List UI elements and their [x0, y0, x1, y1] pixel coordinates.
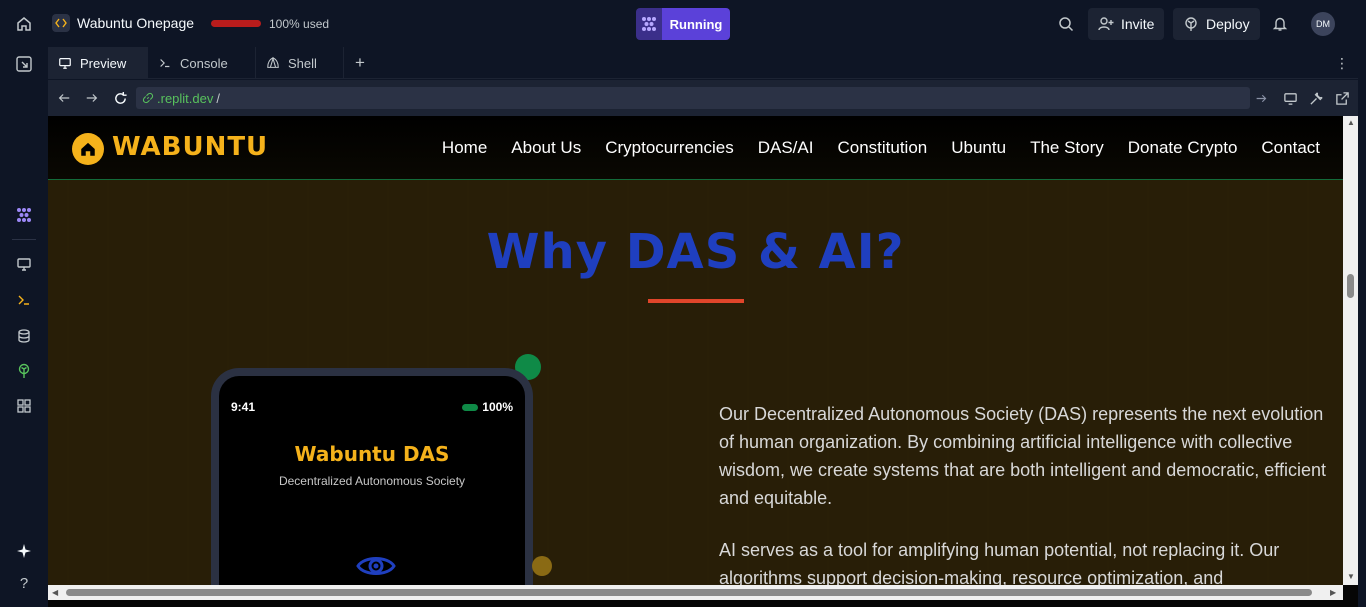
deploy-icon [1185, 17, 1197, 31]
battery-icon [462, 403, 479, 411]
deployments-icon[interactable] [10, 357, 38, 385]
url-path: / [216, 90, 220, 106]
bell-icon[interactable] [1266, 10, 1294, 38]
top-bar: Wabuntu Onepage 100% used Running Invite… [0, 0, 1366, 47]
tab-label: Console [180, 55, 228, 71]
nav-about-us[interactable]: About Us [511, 138, 581, 158]
devtools-wrench-icon[interactable] [1302, 84, 1330, 112]
phone-time: 9:41 [231, 400, 256, 414]
phone-battery: 100% [462, 400, 513, 414]
tab-shell[interactable]: Shell [256, 47, 344, 79]
usage-text: 100% used [269, 17, 330, 31]
add-user-icon [1098, 17, 1114, 31]
section-title: Why DAS & AI? [486, 224, 905, 280]
search-icon[interactable] [1052, 10, 1080, 38]
project-name[interactable]: Wabuntu Onepage [77, 15, 194, 31]
nav-contact[interactable]: Contact [1261, 138, 1320, 158]
monitor-icon[interactable] [10, 250, 38, 278]
paragraph: AI serves as a tool for amplifying human… [719, 540, 1280, 585]
horizontal-scrollbar[interactable]: ◀ ▶ [48, 585, 1343, 600]
phone-subtitle: Decentralized Autonomous Society [278, 474, 466, 488]
site-header: WABUNTU Home About Us Cryptocurrencies D… [48, 116, 1343, 180]
apps-grid-icon[interactable] [10, 392, 38, 420]
nav-donate-crypto[interactable]: Donate Crypto [1128, 138, 1238, 158]
usage-bar [211, 20, 261, 27]
replit-logo-icon [636, 8, 662, 40]
reload-icon[interactable] [106, 84, 134, 112]
open-new-tab-icon[interactable] [1328, 84, 1356, 112]
agent-icon[interactable] [10, 201, 38, 229]
nav-constitution[interactable]: Constitution [837, 138, 927, 158]
tab-label: Preview [80, 55, 127, 71]
help-icon[interactable]: ? [10, 569, 38, 597]
logo-home-icon[interactable] [72, 133, 104, 165]
url-input[interactable]: .replit.dev / [136, 87, 1250, 109]
title-underline [648, 299, 744, 303]
more-options-icon[interactable]: ⋮ [1328, 49, 1356, 77]
horizontal-scroll-thumb[interactable] [66, 589, 1312, 596]
battery-text: 100% [482, 400, 513, 414]
invite-label: Invite [1121, 16, 1155, 32]
site-logo-text[interactable]: WABUNTU [112, 132, 268, 162]
terminal-icon[interactable] [10, 286, 38, 314]
url-host: .replit.dev [157, 90, 214, 106]
site-nav-links: Home About Us Cryptocurrencies DAS/AI Co… [442, 138, 1320, 158]
eye-icon [356, 552, 396, 585]
site-page: WABUNTU Home About Us Cryptocurrencies D… [48, 116, 1343, 585]
phone-title: Wabuntu DAS [294, 442, 450, 466]
monitor-icon [59, 58, 71, 69]
scroll-down-icon[interactable]: ▼ [1347, 572, 1355, 581]
scroll-right-icon[interactable]: ▶ [1330, 588, 1336, 597]
nav-das-ai[interactable]: DAS/AI [758, 138, 814, 158]
left-rail: ? [0, 47, 48, 607]
paragraph: Our Decentralized Autonomous Society (DA… [719, 404, 1326, 508]
forward-icon[interactable] [78, 84, 106, 112]
open-arrow-icon[interactable] [1247, 84, 1275, 112]
device-icon[interactable] [1276, 84, 1304, 112]
deploy-button[interactable]: Deploy [1173, 8, 1260, 40]
home-icon[interactable] [10, 10, 38, 38]
database-icon[interactable] [10, 322, 38, 350]
url-bar: .replit.dev / [48, 80, 1358, 116]
rail-divider [12, 239, 36, 240]
nav-cryptocurrencies[interactable]: Cryptocurrencies [605, 138, 734, 158]
sparkle-icon[interactable] [10, 537, 38, 565]
invite-button[interactable]: Invite [1088, 8, 1165, 40]
tab-bar: Preview Console Shell + ⋮ [48, 47, 1358, 79]
tab-label: Shell [288, 55, 317, 71]
scroll-left-icon[interactable]: ◀ [52, 588, 58, 597]
vertical-scroll-thumb[interactable] [1347, 274, 1354, 298]
sidebar-toggle-icon[interactable] [10, 50, 38, 78]
project-code-icon [52, 14, 70, 32]
decorative-gold-dot [532, 556, 552, 576]
scroll-up-icon[interactable]: ▲ [1347, 118, 1355, 127]
nav-home[interactable]: Home [442, 138, 487, 158]
run-control[interactable]: Running [636, 8, 730, 40]
add-tab-icon[interactable]: + [346, 49, 374, 77]
nav-the-story[interactable]: The Story [1030, 138, 1104, 158]
link-icon [142, 92, 154, 104]
running-button[interactable]: Running [662, 8, 730, 40]
section-body: Our Decentralized Autonomous Society (DA… [719, 400, 1329, 585]
phone-mockup: 9:41 100% Wabuntu DAS Decentralized Auto… [211, 368, 533, 585]
deploy-label: Deploy [1206, 16, 1250, 32]
preview-viewport[interactable]: WABUNTU Home About Us Cryptocurrencies D… [48, 116, 1358, 607]
nav-ubuntu[interactable]: Ubuntu [951, 138, 1006, 158]
tab-console[interactable]: Console [148, 47, 256, 79]
terminal-icon [160, 59, 170, 68]
vertical-scrollbar[interactable]: ▲ ▼ [1343, 116, 1358, 585]
back-icon[interactable] [50, 84, 78, 112]
tab-preview[interactable]: Preview [48, 47, 148, 79]
shell-icon [267, 56, 279, 68]
avatar[interactable]: DM [1311, 12, 1335, 36]
